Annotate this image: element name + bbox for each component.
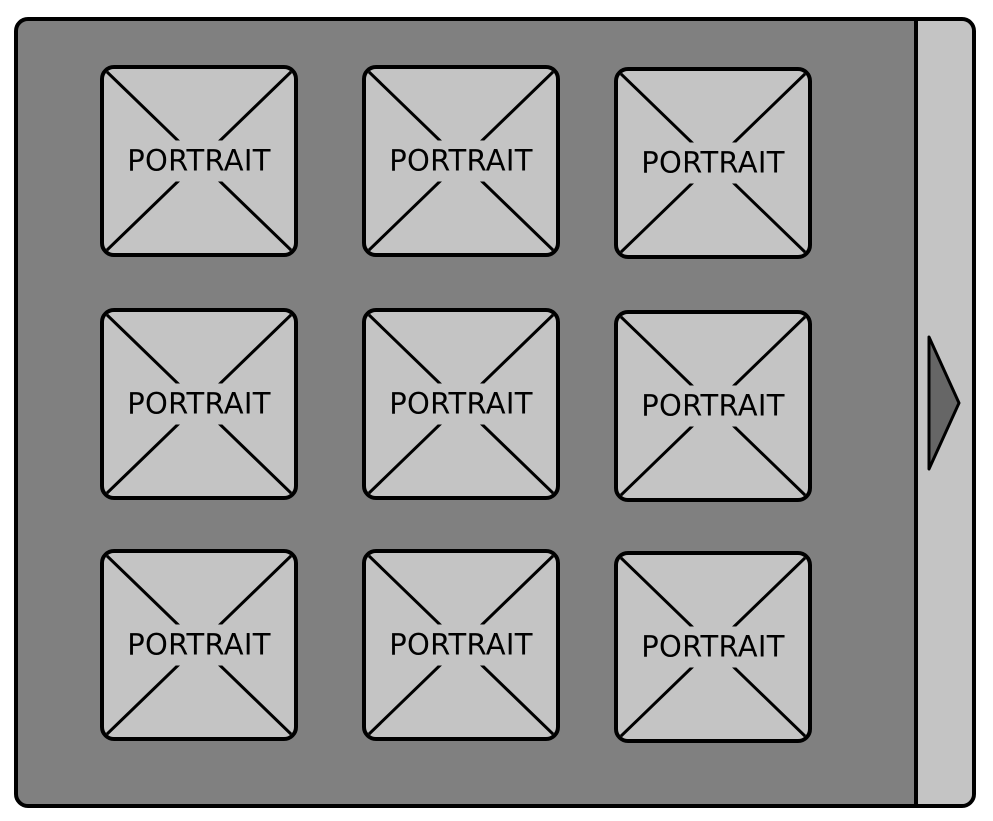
portrait-tile[interactable]: PORTRAIT xyxy=(362,308,560,500)
portrait-label: PORTRAIT xyxy=(378,383,544,425)
portrait-gallery-panel: PORTRAIT PORTRAIT PORTRAIT PORTRAIT PORT… xyxy=(14,17,976,808)
portrait-tile[interactable]: PORTRAIT xyxy=(100,308,298,500)
portrait-tile[interactable]: PORTRAIT xyxy=(362,549,560,741)
chevron-right-icon[interactable] xyxy=(926,333,962,473)
portrait-label: PORTRAIT xyxy=(116,140,282,182)
portrait-label: PORTRAIT xyxy=(116,624,282,666)
portrait-tile[interactable]: PORTRAIT xyxy=(614,310,812,502)
portrait-tile[interactable]: PORTRAIT xyxy=(362,65,560,257)
portrait-tile[interactable]: PORTRAIT xyxy=(100,549,298,741)
portrait-label: PORTRAIT xyxy=(378,624,544,666)
portrait-label: PORTRAIT xyxy=(378,140,544,182)
portrait-label: PORTRAIT xyxy=(630,626,796,668)
portrait-label: PORTRAIT xyxy=(630,142,796,184)
portrait-tile[interactable]: PORTRAIT xyxy=(100,65,298,257)
portrait-tile[interactable]: PORTRAIT xyxy=(614,67,812,259)
portrait-label: PORTRAIT xyxy=(116,383,282,425)
portrait-label: PORTRAIT xyxy=(630,385,796,427)
next-page-tab[interactable] xyxy=(914,21,972,804)
portrait-tile[interactable]: PORTRAIT xyxy=(614,551,812,743)
